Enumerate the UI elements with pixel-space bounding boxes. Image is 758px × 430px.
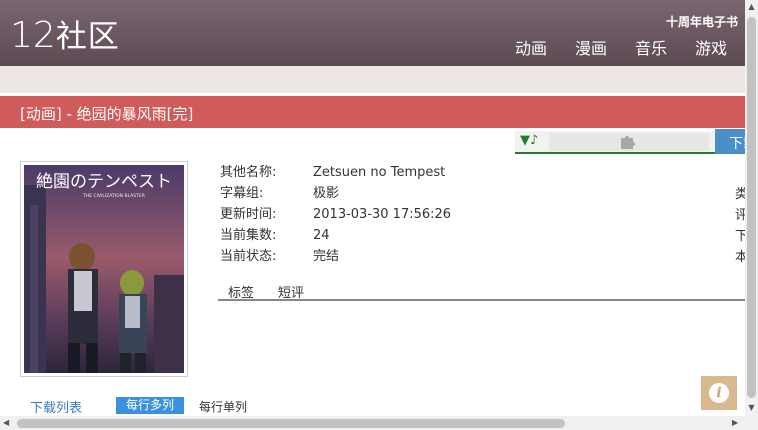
info-row-subgroup: 字幕组: 极影	[220, 185, 451, 206]
info-label: 更新时间:	[220, 207, 277, 222]
horizontal-scroll-thumb[interactable]	[17, 419, 565, 428]
site-logo[interactable]: 12社区	[10, 14, 120, 59]
info-label: 其他名称:	[220, 165, 277, 180]
cover-subtitle: THE CIVILIZATION BLASTER	[82, 193, 145, 199]
single-column-toggle[interactable]: 每行单列	[199, 398, 247, 415]
info-label: 当前集数:	[220, 228, 277, 243]
detail-tabs: 标签 短评	[218, 282, 745, 301]
info-value: 2013-03-30 17:56:26	[313, 207, 452, 222]
scrollbar-corner	[745, 416, 758, 430]
cover-image: 絶園のテンペスト THE CIVILIZATION BLASTER	[20, 161, 188, 377]
multi-column-toggle[interactable]: 每行多列	[116, 397, 184, 414]
info-row-updated: 更新时间: 2013-03-30 17:56:26	[220, 206, 451, 227]
info-label: 字幕组:	[220, 186, 264, 201]
tab-reviews[interactable]: 短评	[278, 282, 304, 301]
nav-item-music[interactable]: 音乐	[621, 38, 681, 60]
info-table: 其他名称: Zetsuen no Tempest 字幕组: 极影 更新时间: 2…	[220, 164, 451, 269]
plugin-area[interactable]	[549, 133, 709, 151]
nav-item-games[interactable]: 游戏	[681, 38, 741, 60]
music-note-icon[interactable]: ▼♪	[520, 133, 538, 148]
info-row-status: 当前状态: 完结	[220, 248, 451, 269]
cover-title: 絶園のテンペスト	[36, 172, 172, 192]
scroll-right-arrow-icon[interactable]: ▶	[732, 418, 738, 428]
info-label: 当前状态:	[220, 249, 277, 264]
puzzle-icon	[619, 133, 637, 154]
horizontal-scrollbar[interactable]: ◀ ▶	[0, 416, 745, 430]
main-nav: 动画 漫画 音乐 游戏	[501, 38, 741, 60]
info-row-episodes: 当前集数: 24	[220, 227, 451, 248]
info-row-alt-name: 其他名称: Zetsuen no Tempest	[220, 164, 451, 185]
scroll-left-arrow-icon[interactable]: ◀	[3, 418, 9, 428]
info-value: 24	[313, 228, 330, 243]
subheader-strip	[0, 66, 745, 93]
vertical-scroll-thumb[interactable]	[747, 17, 756, 398]
info-button[interactable]: i	[701, 376, 737, 410]
info-value[interactable]: 极影	[313, 185, 339, 206]
page-title-bar: [动画] - 绝园的暴风雨[完]	[0, 96, 745, 128]
info-icon: i	[709, 383, 729, 403]
info-value: 完结	[313, 249, 340, 264]
nav-item-manga[interactable]: 漫画	[561, 38, 621, 60]
site-header: 12社区 十周年电子书 动画 漫画 音乐 游戏	[0, 0, 745, 66]
logo-text: 社区	[55, 19, 120, 55]
scroll-down-arrow-icon[interactable]: ▼	[747, 403, 756, 413]
anniversary-link[interactable]: 十周年电子书	[666, 13, 738, 30]
logo-number: 12	[10, 15, 56, 56]
download-list-link[interactable]: 下载列表	[30, 397, 82, 416]
scroll-up-arrow-icon[interactable]: ▲	[747, 2, 756, 12]
page-title: [动画] - 绝园的暴风雨[完]	[20, 105, 194, 123]
tab-tags[interactable]: 标签	[228, 282, 254, 301]
nav-item-anime[interactable]: 动画	[501, 38, 561, 60]
vertical-scrollbar[interactable]: ▲ ▼	[745, 0, 758, 416]
download-button[interactable]: 下载	[715, 129, 745, 154]
music-player[interactable]: ▼♪	[515, 131, 715, 154]
info-value: Zetsuen no Tempest	[313, 165, 446, 180]
